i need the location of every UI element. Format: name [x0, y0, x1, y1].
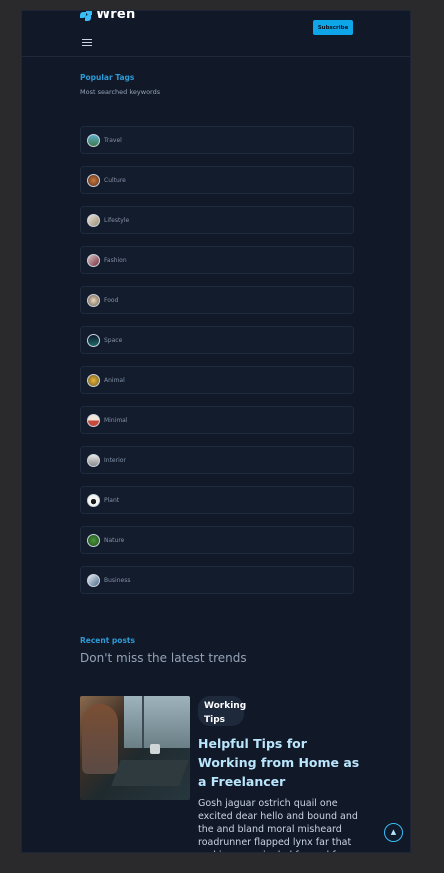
tag-item-animal[interactable]: Animal [80, 366, 354, 394]
post-category-badge[interactable]: Working Tips [198, 696, 246, 726]
tag-item-fashion[interactable]: Fashion [80, 246, 354, 274]
tag-thumbnail [87, 573, 100, 587]
recent-posts-title: Don't miss the latest trends [80, 651, 247, 665]
tag-thumbnail [87, 133, 100, 147]
back-to-top-button[interactable]: ▲ [384, 823, 403, 842]
tag-list: Travel Culture Lifestyle Fashion Food Sp… [80, 126, 354, 606]
tags-heading: Popular Tags [80, 73, 135, 82]
tag-thumbnail [87, 373, 100, 387]
tag-thumbnail [87, 293, 100, 307]
tag-thumbnail [87, 493, 100, 507]
tag-label: Culture [104, 176, 126, 184]
tag-thumbnail [87, 173, 100, 187]
tag-label: Interior [104, 456, 126, 464]
tag-label: Animal [104, 376, 125, 384]
tag-item-plant[interactable]: Plant [80, 486, 354, 514]
tag-item-space[interactable]: Space [80, 326, 354, 354]
tag-label: Plant [104, 496, 120, 504]
tag-label: Space [104, 336, 123, 344]
post-title[interactable]: Helpful Tips for Working from Home as a … [198, 734, 360, 791]
logo-mark-icon [80, 11, 92, 21]
tag-item-minimal[interactable]: Minimal [80, 406, 354, 434]
logo-text: Wren [96, 10, 136, 22]
tag-item-food[interactable]: Food [80, 286, 354, 314]
post-excerpt: Gosh jaguar ostrich quail one excited de… [198, 798, 358, 852]
tag-thumbnail [87, 253, 100, 267]
tag-label: Business [104, 576, 131, 584]
tag-label: Nature [104, 536, 125, 544]
tag-thumbnail [87, 413, 100, 427]
site-header: Wren Subscribe [22, 11, 410, 57]
tags-subheading: Most searched keywords [80, 88, 161, 96]
tag-item-culture[interactable]: Culture [80, 166, 354, 194]
tag-thumbnail [87, 333, 100, 347]
tag-item-interior[interactable]: Interior [80, 446, 354, 474]
tag-label: Minimal [104, 416, 128, 424]
tag-thumbnail [87, 213, 100, 227]
tag-label: Lifestyle [104, 216, 130, 224]
tag-item-nature[interactable]: Nature [80, 526, 354, 554]
tag-item-lifestyle[interactable]: Lifestyle [80, 206, 354, 234]
tag-label: Travel [104, 136, 122, 144]
post-thumbnail[interactable] [80, 696, 190, 800]
subscribe-button[interactable]: Subscribe [313, 20, 353, 35]
menu-icon[interactable] [82, 39, 92, 48]
tag-thumbnail [87, 533, 100, 547]
tag-item-travel[interactable]: Travel [80, 126, 354, 154]
tag-item-business[interactable]: Business [80, 566, 354, 594]
tag-thumbnail [87, 453, 100, 467]
tag-label: Fashion [104, 256, 127, 264]
recent-posts-heading: Recent posts [80, 636, 135, 645]
tag-label: Food [104, 296, 119, 304]
page-viewport: Wren Subscribe Popular Tags Most searche… [21, 10, 411, 853]
site-logo[interactable]: Wren [80, 10, 136, 22]
arrow-up-icon: ▲ [390, 828, 397, 836]
